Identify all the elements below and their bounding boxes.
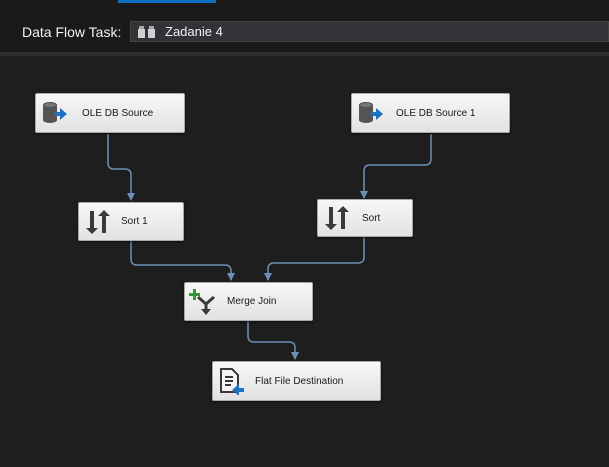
sort-label: Sort (362, 212, 381, 224)
data-flow-task-label: Data Flow Task: (22, 24, 122, 40)
sort-arrows-icon (322, 204, 350, 232)
flat-file-destination-icon (217, 367, 245, 396)
path-merge-to-flatfile[interactable] (247, 321, 299, 360)
ole-db-source-node[interactable]: OLE DB Source (35, 93, 185, 133)
data-flow-task-select[interactable]: Zadanie 4 (130, 21, 609, 42)
sort-node[interactable]: Sort (317, 199, 413, 237)
active-tab-indicator (118, 0, 216, 3)
data-flow-canvas[interactable]: OLE DB Source OLE DB Source 1 Sort 1 Sor… (0, 56, 609, 467)
package-icon (137, 25, 157, 39)
ole-db-source-1-label: OLE DB Source 1 (396, 107, 476, 119)
merge-join-node[interactable]: Merge Join (184, 282, 313, 321)
path-sort-to-merge[interactable] (264, 237, 365, 281)
flat-file-destination-node[interactable]: Flat File Destination (212, 361, 381, 401)
merge-join-label: Merge Join (227, 296, 277, 307)
database-source-icon (40, 99, 68, 127)
sort-1-node[interactable]: Sort 1 (78, 202, 184, 241)
sort-1-label: Sort 1 (121, 216, 148, 227)
task-toolbar: Data Flow Task: Zadanie 4 (0, 0, 609, 52)
path-ole1-to-sort[interactable] (360, 134, 432, 199)
data-flow-task-value: Zadanie 4 (165, 24, 223, 39)
path-ole-to-sort1[interactable] (107, 134, 135, 201)
path-sort1-to-merge[interactable] (130, 241, 235, 281)
ole-db-source-1-node[interactable]: OLE DB Source 1 (351, 93, 510, 133)
ole-db-source-label: OLE DB Source (82, 107, 154, 119)
sort-arrows-icon (83, 208, 111, 236)
database-source-icon (356, 99, 384, 127)
flat-file-destination-label: Flat File Destination (255, 375, 344, 387)
merge-join-icon (189, 288, 217, 316)
